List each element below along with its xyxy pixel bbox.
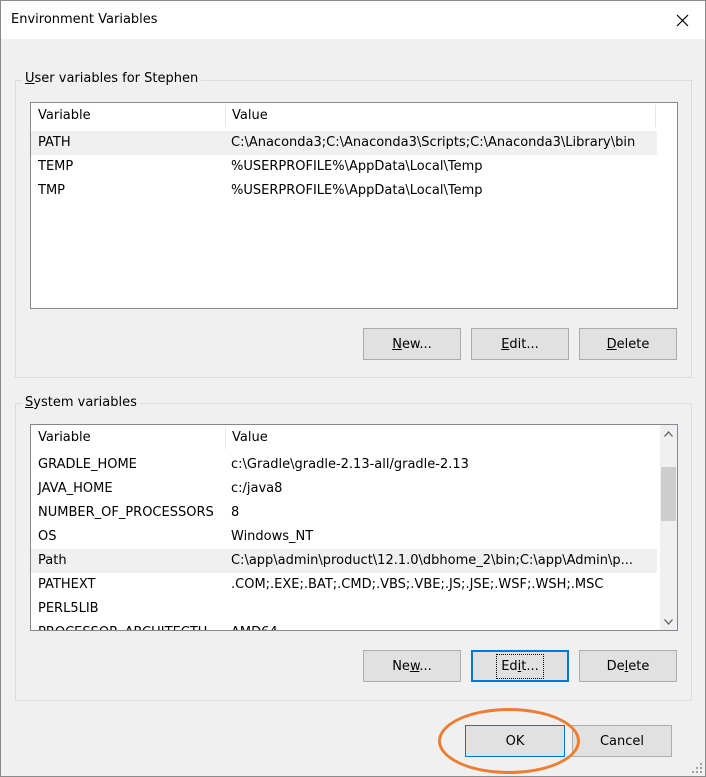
scroll-up-arrow[interactable] (660, 425, 677, 442)
user-edit-button[interactable]: Edit... (471, 328, 569, 360)
column-header-variable[interactable]: Variable (31, 425, 91, 451)
ok-button[interactable]: OK (465, 725, 565, 757)
table-row[interactable]: GRADLE_HOME c:\Gradle\gradle-2.13-all/gr… (31, 453, 657, 477)
title-bar: Environment Variables (1, 1, 705, 39)
table-row[interactable]: NUMBER_OF_PROCESSORS 8 (31, 501, 657, 525)
scroll-thumb[interactable] (661, 467, 676, 521)
table-row[interactable]: PROCESSOR_ARCHITECTU... AMD64 (31, 621, 657, 630)
system-variables-label: System variables (22, 395, 140, 410)
table-row[interactable]: Path C:\app\admin\product\12.1.0\dbhome_… (31, 549, 657, 573)
user-variables-label: User variables for Stephen (22, 71, 202, 86)
table-row[interactable]: PERL5LIB (31, 597, 657, 621)
system-delete-button[interactable]: Delete (579, 650, 677, 682)
table-row[interactable]: PATH C:\Anaconda3;C:\Anaconda3\Scripts;C… (31, 131, 657, 155)
system-variables-list[interactable]: Variable Value GRADLE_HOME c:\Gradle\gra… (30, 424, 678, 631)
cancel-button[interactable]: Cancel (572, 725, 672, 757)
environment-variables-dialog: Environment Variables User variables for… (0, 0, 706, 777)
chevron-down-icon (664, 618, 673, 625)
scroll-down-arrow[interactable] (660, 613, 677, 630)
system-list-header: Variable Value (31, 425, 677, 451)
system-new-button[interactable]: New... (363, 650, 461, 682)
column-header-variable[interactable]: Variable (31, 103, 91, 129)
close-button[interactable] (659, 1, 705, 39)
table-row[interactable]: TMP %USERPROFILE%\AppData\Local\Temp (31, 179, 657, 203)
user-variables-list[interactable]: Variable Value PATH C:\Anaconda3;C:\Anac… (30, 102, 678, 309)
user-delete-button[interactable]: Delete (579, 328, 677, 360)
system-list-scrollbar[interactable] (660, 425, 677, 630)
column-header-value[interactable]: Value (225, 103, 268, 129)
resize-grip-icon[interactable] (691, 762, 703, 774)
window-title: Environment Variables (11, 12, 158, 27)
user-list-header: Variable Value (31, 103, 677, 129)
table-row[interactable]: PATHEXT .COM;.EXE;.BAT;.CMD;.VBS;.VBE;.J… (31, 573, 657, 597)
system-edit-button[interactable]: Edit... (471, 650, 569, 682)
table-row[interactable]: TEMP %USERPROFILE%\AppData\Local\Temp (31, 155, 657, 179)
table-row[interactable]: JAVA_HOME c:/java8 (31, 477, 657, 501)
column-header-value[interactable]: Value (225, 425, 268, 451)
user-new-button[interactable]: New... (363, 328, 461, 360)
table-row[interactable]: OS Windows_NT (31, 525, 657, 549)
chevron-up-icon (664, 430, 673, 437)
close-icon (676, 14, 688, 26)
